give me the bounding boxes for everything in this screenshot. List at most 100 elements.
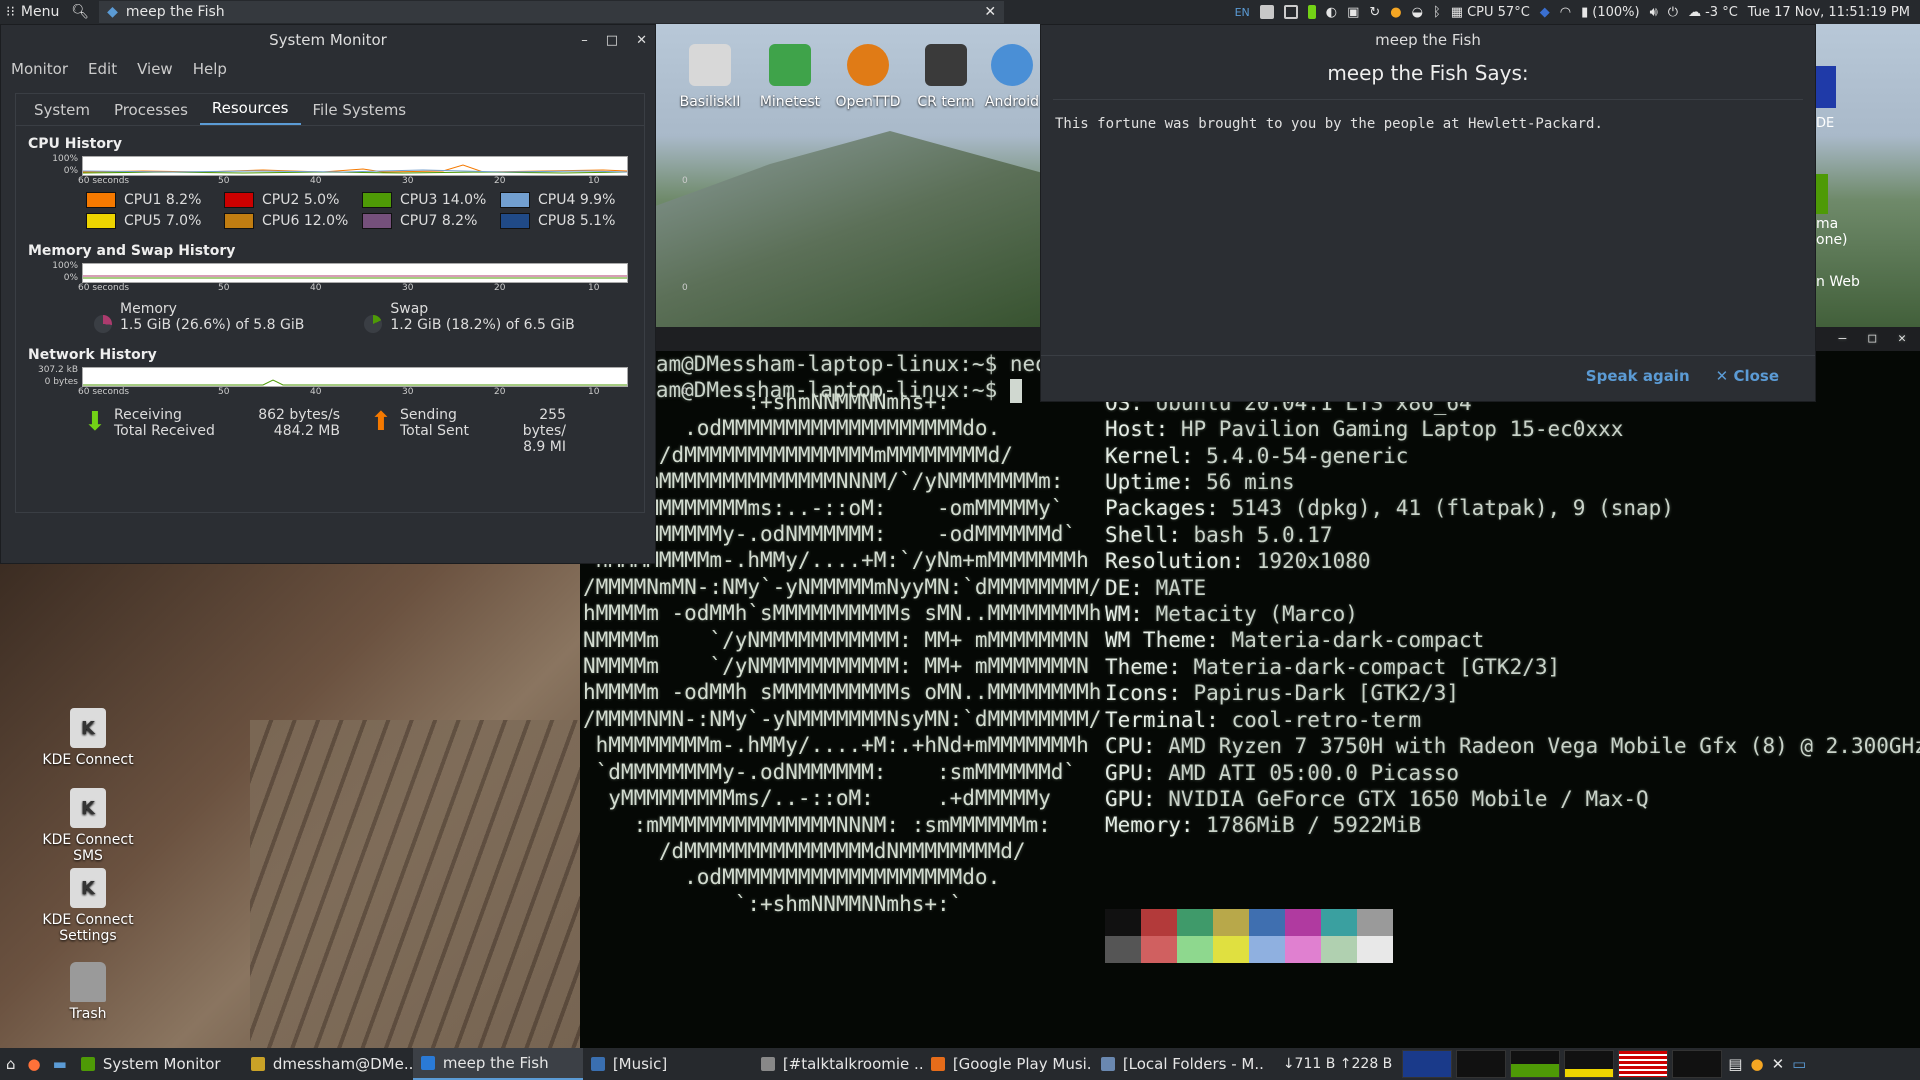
cpu-color-swatch[interactable]	[362, 192, 392, 208]
x-axis-tick-label: 0	[682, 176, 688, 186]
desktop-icon-label: Minetest	[759, 94, 821, 110]
x-icon[interactable]: ✕	[1768, 1048, 1789, 1080]
memory-history-graph	[82, 263, 628, 283]
minimize-icon[interactable]: –	[581, 33, 588, 48]
speak-again-button[interactable]: Speak again	[1586, 367, 1690, 385]
show-desktop-icon[interactable]: ⌂	[0, 1048, 22, 1080]
taskbar-window-button[interactable]: [Music]	[583, 1048, 753, 1080]
screenshot-icon[interactable]: ▣	[1343, 0, 1363, 24]
tab-system[interactable]: System	[22, 101, 102, 125]
system-monitor-window[interactable]: System Monitor – □ ✕ Monitor Edit View H…	[0, 24, 688, 564]
caffeine-icon[interactable]: ●	[1386, 0, 1405, 24]
terminal-window[interactable]: – □ ✕	[580, 327, 1920, 1048]
desktop-icon-crterm[interactable]: CR term	[908, 44, 984, 110]
desktop-icon-kde-connect[interactable]: K KDE Connect	[28, 708, 148, 768]
close-icon[interactable]: ✕	[984, 4, 996, 20]
cpu-color-swatch[interactable]	[500, 213, 530, 229]
cpu-legend: CPU1 8.2% CPU2 5.0% CPU3 14.0% CPU4 9.9% CPU…	[86, 192, 644, 229]
wifi-icon[interactable]: ◠	[1556, 0, 1575, 24]
volume-icon[interactable]: 🔊︎	[1646, 0, 1662, 24]
desktop-icon-label: OpenTTD	[835, 94, 901, 110]
file-manager-icon[interactable]: ▬	[47, 1048, 73, 1080]
battery-indicator[interactable]: ▮ (100%)	[1577, 0, 1643, 24]
partial-app-icon[interactable]	[1816, 66, 1836, 108]
cpu-legend-item: CPU5 7.0%	[86, 213, 224, 229]
weather-indicator[interactable]: ☁︎ -3 °C	[1684, 0, 1742, 24]
taskbar-window-button[interactable]: meep the Fish	[412, 1048, 583, 1080]
sysmon-titlebar[interactable]: System Monitor – □ ✕	[1, 25, 655, 55]
memory-label: Memory	[120, 301, 177, 317]
taskbar-window-button[interactable]: [Google Play Musi...	[923, 1048, 1093, 1080]
system-tray: EN ◐ ▣ ↻ ● ◒ ᛒ ▦ CPU 57°C ◆ ◠ ▮ (100%) 🔊︎ …	[1231, 0, 1920, 24]
cpu-temp-indicator[interactable]: ▦ CPU 57°C	[1447, 0, 1534, 24]
display-icon[interactable]	[1280, 0, 1302, 24]
taskbar-window-button[interactable]: [#talktalkroomie ...	[753, 1048, 923, 1080]
battery-green-icon[interactable]	[1304, 0, 1320, 24]
cpu-color-swatch[interactable]	[362, 213, 392, 229]
receiving-value: 862 bytes/s	[258, 407, 340, 423]
cpu-color-swatch[interactable]	[500, 192, 530, 208]
minimize-icon[interactable]: –	[1839, 327, 1847, 352]
menu-button[interactable]: ⁝⁝ Menu	[0, 0, 65, 24]
memory-graph-lines	[83, 275, 627, 279]
keyboard-layout-indicator[interactable]: EN	[1231, 0, 1254, 24]
lock-icon[interactable]: ●	[1746, 1048, 1767, 1080]
cpu-color-swatch[interactable]	[224, 192, 254, 208]
search-icon[interactable]: 🔍︎	[65, 0, 95, 24]
desktop-icon-kde-connect-settings[interactable]: K KDE Connect Settings	[28, 868, 148, 944]
bottom-panel: ⌂ ● ▬ System Monitor dmessham@DMe... meep …	[0, 1048, 1920, 1080]
notes-icon[interactable]: ▤	[1724, 1048, 1746, 1080]
firefox-icon[interactable]: ●	[22, 1048, 47, 1080]
kde-connect-sms-icon: K	[70, 788, 106, 828]
fish-titlebar[interactable]: meep the Fish	[1041, 25, 1815, 55]
memory-item: Memory 1.5 GiB (26.6%) of 5.8 GiB	[94, 301, 304, 333]
tab-processes[interactable]: Processes	[102, 101, 200, 125]
dropbox-icon[interactable]: ◆	[1536, 0, 1554, 24]
sending-value: 255 bytes/	[522, 407, 566, 439]
active-task-title[interactable]: ◆ meep the Fish ✕	[99, 1, 1005, 23]
partial-app-icon[interactable]	[1816, 174, 1828, 214]
maximize-icon[interactable]: □	[1868, 327, 1876, 352]
cpu-color-swatch[interactable]	[224, 213, 254, 229]
taskbar-window-button[interactable]: [Local Folders - M...	[1093, 1048, 1263, 1080]
menu-monitor[interactable]: Monitor	[11, 60, 68, 78]
battery-icon: ▮	[1581, 4, 1589, 20]
desktop-icon-openttd[interactable]: OpenTTD	[830, 44, 906, 110]
cpu-color-swatch[interactable]	[86, 192, 116, 208]
memory-legend: Memory 1.5 GiB (26.6%) of 5.8 GiB Swap 1.2…	[94, 301, 644, 333]
workspace-switcher-icon[interactable]: ▭	[1788, 1048, 1810, 1080]
x-axis-tick-label: 40	[310, 176, 322, 186]
desktop-icon-android[interactable]: Android	[982, 44, 1042, 110]
tab-file-systems[interactable]: File Systems	[301, 101, 419, 125]
night-mode-icon[interactable]: ◐	[1322, 0, 1341, 24]
x-axis-tick-label: 0	[682, 283, 688, 293]
cpu-color-swatch[interactable]	[86, 213, 116, 229]
power-icon[interactable]: ⏻	[1664, 0, 1682, 24]
clipboard-icon[interactable]	[1256, 0, 1278, 24]
close-icon[interactable]: ✕	[1898, 327, 1906, 352]
desktop-icon-trash[interactable]: Trash	[28, 962, 148, 1022]
meep-the-fish-window[interactable]: meep the Fish meep the Fish Says: This f…	[1040, 24, 1816, 402]
bluetooth-icon[interactable]: ᛒ	[1429, 0, 1445, 24]
sync-icon[interactable]: ↻	[1365, 0, 1384, 24]
taskbar-window-button[interactable]: System Monitor	[73, 1048, 243, 1080]
fish-applet-icon[interactable]	[1402, 1050, 1453, 1078]
tab-resources[interactable]: Resources	[199, 99, 301, 125]
close-button[interactable]: ✕ Close	[1716, 367, 1779, 385]
x-axis-tick-label: 10	[588, 387, 600, 397]
taskbar-window-button[interactable]: dmessham@DMe...	[243, 1048, 413, 1080]
clock[interactable]: Tue 17 Nov, 11:51:19 PM	[1744, 0, 1914, 24]
maximize-icon[interactable]: □	[606, 33, 618, 48]
close-icon[interactable]: ✕	[636, 33, 647, 48]
desktop-icon-minetest[interactable]: Minetest	[752, 44, 828, 110]
fish-actions: Speak again ✕ Close	[1586, 367, 1779, 385]
kde-connect-icon: K	[70, 708, 106, 748]
desktop-icon-kde-connect-sms[interactable]: K KDE Connect SMS	[28, 788, 148, 864]
x-axis-tick-label: 50	[218, 176, 230, 186]
fish-app-icon: ◆	[107, 4, 118, 20]
discord-icon[interactable]: ◒	[1408, 0, 1427, 24]
menu-edit[interactable]: Edit	[88, 60, 117, 78]
menu-help[interactable]: Help	[193, 60, 227, 78]
desktop-icon-basiliskii[interactable]: BasiliskII	[672, 44, 748, 110]
menu-view[interactable]: View	[137, 60, 173, 78]
